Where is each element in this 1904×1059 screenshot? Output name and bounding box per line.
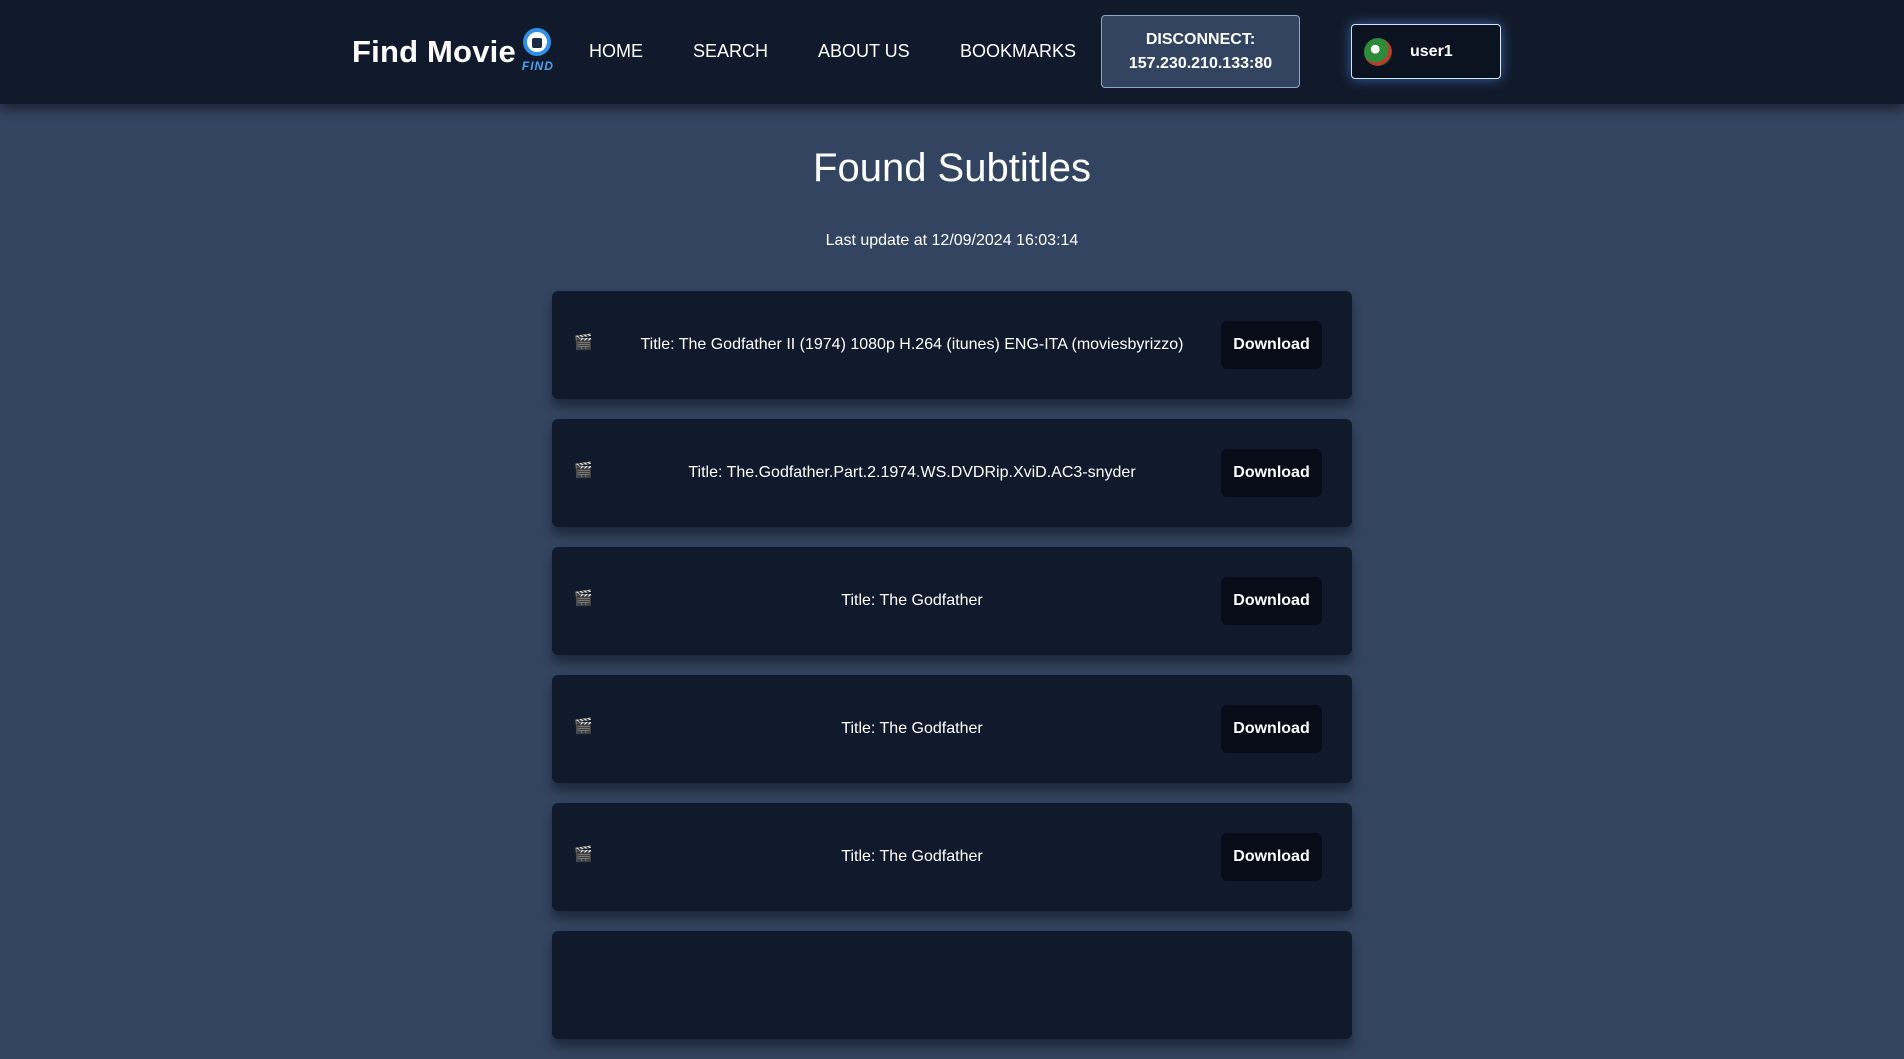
clapperboard-icon: 🎬 [574,718,593,735]
subtitle-card: 🎬 Title: The Godfather Download [552,803,1352,911]
brand-name: Find Movie [352,34,516,69]
subtitle-card: 🎬 Title: The Godfather Download [552,547,1352,655]
nav-about-us-link[interactable]: ABOUT US [818,40,910,62]
avatar [1364,37,1392,66]
subtitle-card: 🎬 Title: The Godfather II (1974) 1080p H… [552,291,1352,399]
disconnect-label: DISCONNECT: [1145,31,1256,48]
clapperboard-icon: 🎬 [574,462,593,479]
download-button[interactable]: Download [1221,705,1322,753]
subtitle-title: Title: The.Godfather.Part.2.1974.WS.DVDR… [688,464,1136,481]
subtitle-title: Title: The Godfather II (1974) 1080p H.2… [640,336,1184,353]
clapperboard-icon: 🎬 [574,846,593,863]
subtitle-card: 🎬 Title: The Godfather Download [552,675,1352,783]
nav-search-link[interactable]: SEARCH [693,40,768,62]
clapperboard-icon: 🎬 [574,334,593,351]
subtitle-title: Title: The Godfather [841,592,983,609]
subtitle-card-partial [552,931,1352,1039]
subtitle-card: 🎬 Title: The.Godfather.Part.2.1974.WS.DV… [552,419,1352,527]
top-navbar: Find Movie FIND HOME SEARCH ABOUT US BOO… [0,0,1904,104]
download-button[interactable]: Download [1221,833,1322,881]
download-button[interactable]: Download [1221,321,1322,369]
username: user1 [1410,42,1453,60]
page-title: Found Subtitles [813,146,1091,190]
nav-home-link[interactable]: HOME [589,40,643,62]
download-button[interactable]: Download [1221,577,1322,625]
find-logo-icon: FIND [520,28,558,76]
brand[interactable]: Find Movie FIND [352,28,558,76]
clapperboard-icon: 🎬 [574,590,593,607]
download-button[interactable]: Download [1221,449,1322,497]
subtitle-list: 🎬 Title: The Godfather II (1974) 1080p H… [552,291,1352,1059]
subtitle-title: Title: The Godfather [841,848,983,865]
logo-text: FIND [521,59,554,73]
server-address: 157.230.210.133:80 [1128,55,1273,72]
disconnect-button[interactable]: DISCONNECT: 157.230.210.133:80 [1101,15,1300,88]
last-update-text: Last update at 12/09/2024 16:03:14 [825,232,1079,249]
subtitle-title: Title: The Godfather [841,720,983,737]
user-menu-button[interactable]: user1 [1351,24,1501,79]
nav-bookmarks-link[interactable]: BOOKMARKS [960,40,1076,62]
